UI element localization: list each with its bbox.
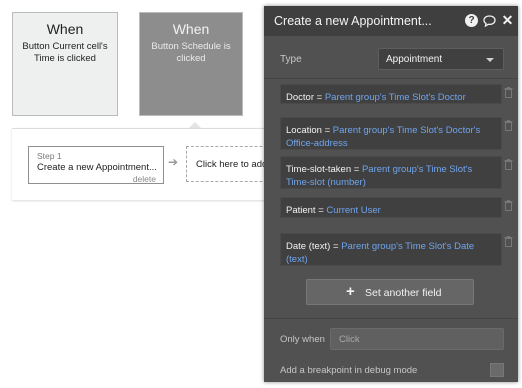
field-equals: = (318, 205, 324, 216)
step-number: Step 1 (37, 151, 62, 161)
only-when-label: Only when (280, 334, 325, 345)
type-value: Appointment (386, 54, 443, 65)
trash-icon[interactable] (504, 120, 513, 131)
field-equals: = (333, 241, 339, 252)
trash-icon[interactable] (504, 200, 513, 211)
delete-step-link[interactable]: delete (133, 174, 156, 184)
field-key: Time-slot-taken (286, 164, 352, 175)
field-doctor[interactable]: Doctor = Parent group's Time Slot's Doct… (280, 84, 502, 104)
arrow-right-icon: ➔ (168, 155, 179, 169)
comment-icon[interactable] (483, 14, 496, 27)
close-icon[interactable]: ✕ (501, 12, 514, 28)
divider (264, 318, 518, 319)
trash-icon[interactable] (504, 236, 513, 247)
add-action-label: Click here to add (196, 159, 268, 170)
panel-header: Create a new Appointment... ? ✕ (264, 6, 518, 36)
field-date-text[interactable]: Date (text) = Parent group's Time Slot's… (280, 233, 502, 266)
field-key: Patient (286, 205, 316, 216)
field-equals: = (316, 92, 323, 103)
trigger-card-current-cell[interactable]: When Button Current cell's Time is click… (12, 12, 118, 116)
field-location[interactable]: Location = Parent group's Time Slot's Do… (280, 117, 502, 150)
action-step-card[interactable]: Step 1 Create a new Appointment... delet… (28, 146, 164, 184)
trigger-title: When (46, 21, 84, 37)
field-expression[interactable]: Current User (326, 205, 380, 216)
plus-icon: + (346, 283, 355, 300)
trigger-description: Button Current cell's Time is clicked (22, 41, 108, 64)
only-when-input[interactable]: Click (330, 328, 504, 350)
trigger-card-schedule[interactable]: When Button Schedule is clicked (139, 12, 243, 116)
trash-icon[interactable] (504, 159, 513, 170)
breakpoint-checkbox[interactable] (490, 363, 504, 377)
set-another-field-button[interactable]: + Set another field (306, 279, 474, 305)
step-name: Create a new Appointment... (37, 162, 157, 173)
trigger-title: When (172, 21, 210, 37)
field-key: Doctor (286, 92, 314, 103)
breakpoint-label: Add a breakpoint in debug mode (280, 365, 418, 376)
field-expression[interactable]: Parent group's Time Slot's Doctor (325, 92, 466, 103)
only-when-placeholder: Click (339, 334, 360, 345)
trigger-description: Button Schedule is clicked (151, 41, 231, 64)
chevron-down-icon (486, 58, 494, 62)
field-patient[interactable]: Patient = Current User (280, 197, 502, 218)
field-time-slot-taken[interactable]: Time-slot-taken = Parent group's Time Sl… (280, 156, 502, 189)
type-label: Type (280, 54, 302, 65)
action-properties-panel: Create a new Appointment... ? ✕ Type App… (264, 6, 518, 382)
set-another-field-label: Set another field (365, 287, 442, 299)
panel-title: Create a new Appointment... (274, 14, 432, 28)
field-key: Location (286, 125, 322, 136)
divider (264, 78, 518, 79)
field-equals: = (324, 125, 331, 136)
field-equals: = (353, 164, 360, 175)
trash-icon[interactable] (504, 87, 513, 98)
type-dropdown[interactable]: Appointment (378, 48, 504, 70)
help-icon[interactable]: ? (465, 14, 478, 27)
field-key: Date (text) (286, 241, 331, 252)
